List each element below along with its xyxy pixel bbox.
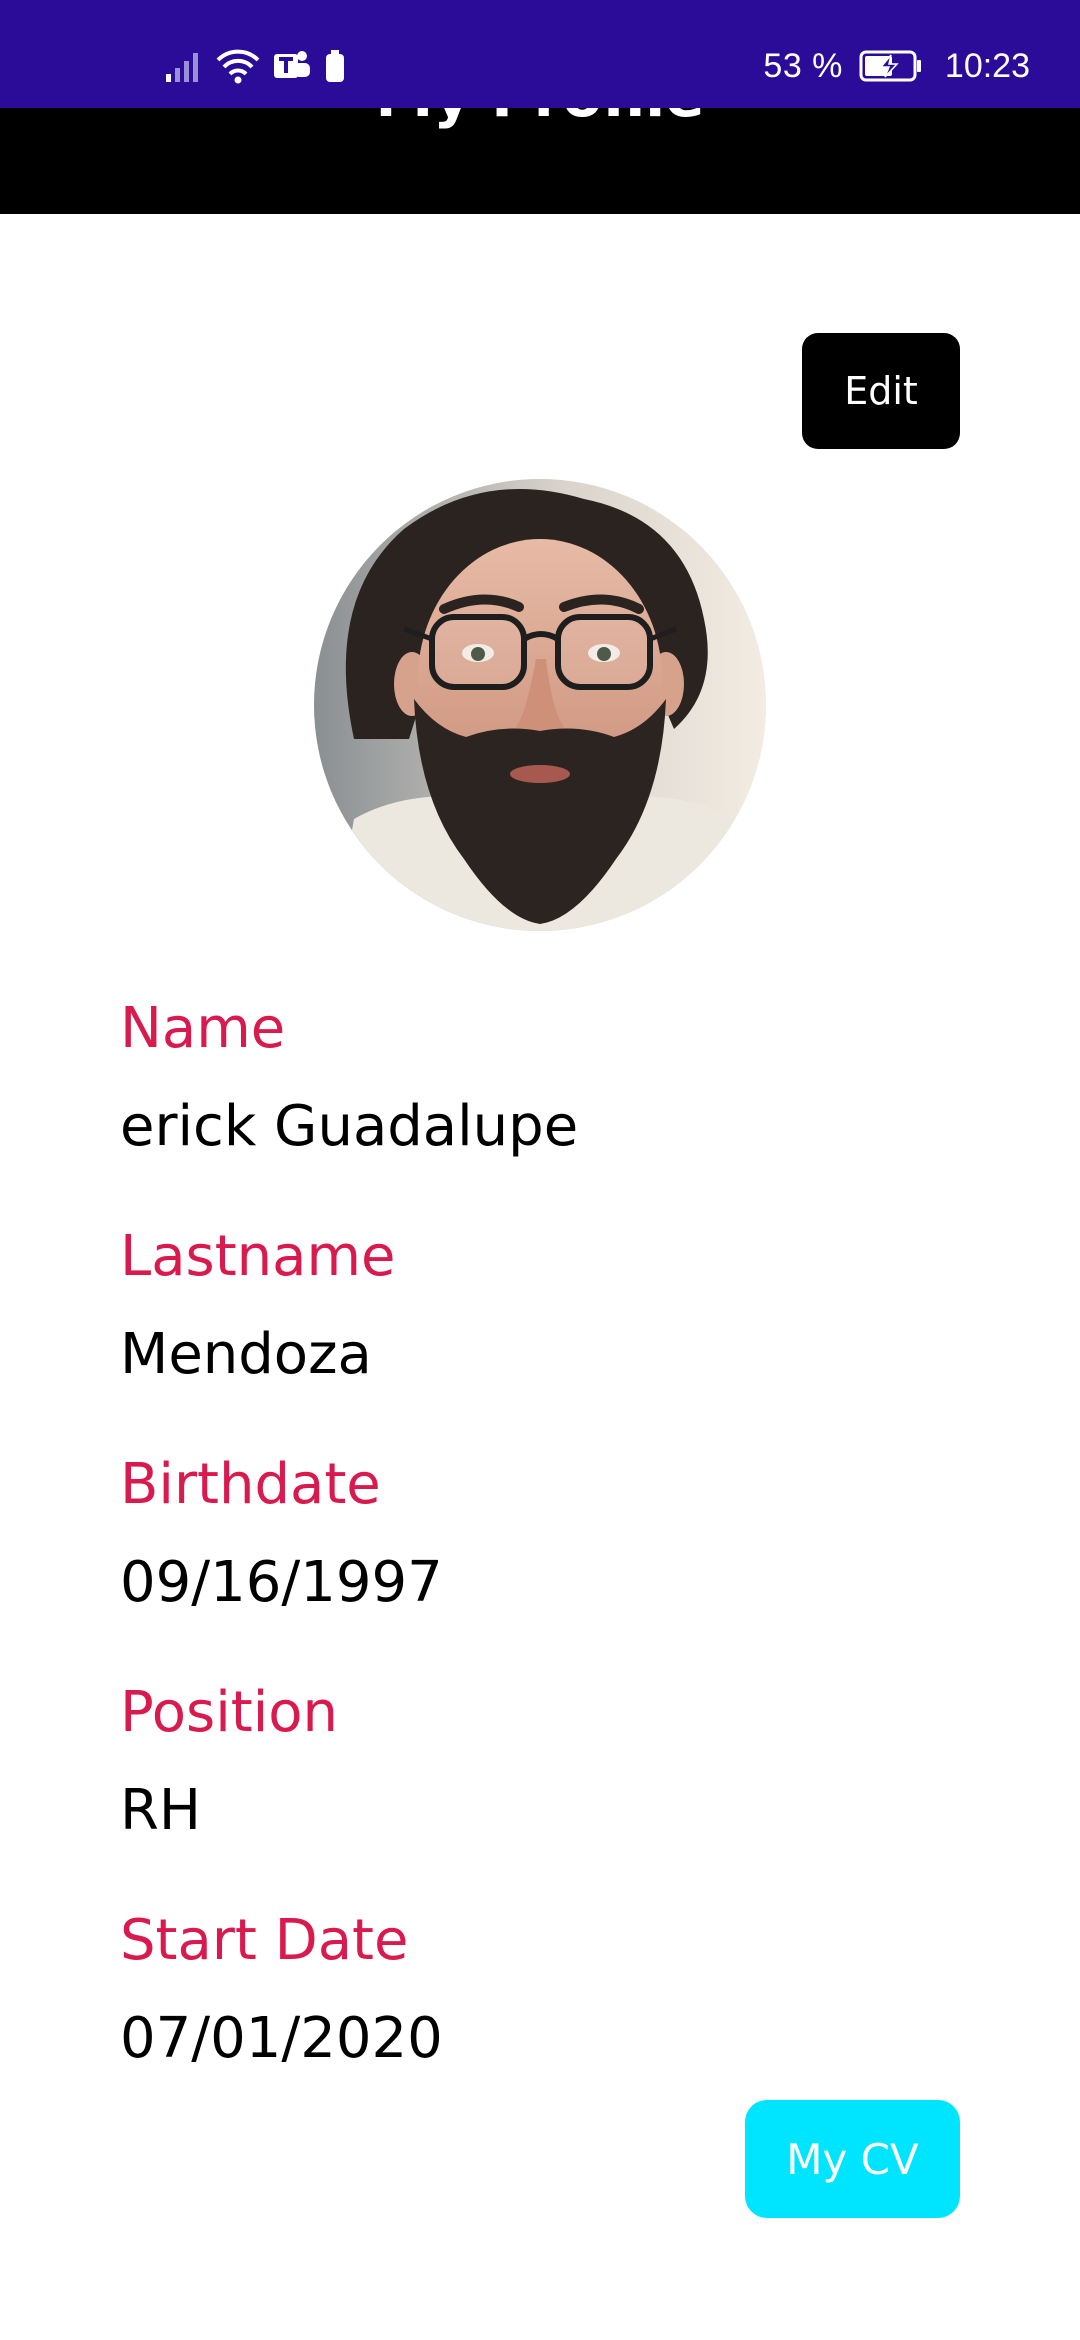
teams-icon — [272, 48, 312, 84]
signal-icon — [164, 48, 204, 84]
clock: 10:23 — [944, 46, 1030, 85]
birthdate-value: 09/16/1997 — [120, 1550, 443, 1615]
position-label: Position — [120, 1680, 339, 1745]
battery-percent: 53 % — [763, 46, 843, 85]
wifi-icon — [216, 48, 260, 84]
lastname-label: Lastname — [120, 1224, 396, 1289]
status-icons-right: 53 % 10:23 — [763, 44, 1030, 88]
app-bar-title: My Profile — [0, 108, 1080, 130]
battery-saver-icon — [324, 48, 346, 84]
start-date-label: Start Date — [120, 1908, 409, 1973]
name-value: erick Guadalupe — [120, 1094, 579, 1159]
my-cv-button[interactable]: My CV — [745, 2100, 960, 2218]
start-date-value: 07/01/2020 — [120, 2006, 443, 2071]
profile-photo — [314, 479, 766, 931]
birthdate-label: Birthdate — [120, 1452, 381, 1517]
status-bar: 53 % 10:23 — [0, 0, 1080, 108]
name-label: Name — [120, 996, 286, 1061]
lastname-value: Mendoza — [120, 1322, 372, 1387]
profile-screen: 53 % 10:23 My Profile Edit — [0, 0, 1080, 2340]
position-value: RH — [120, 1778, 202, 1843]
battery-charging-icon — [859, 49, 923, 83]
status-icons-left — [164, 46, 346, 86]
app-bar: My Profile — [0, 108, 1080, 214]
profile-avatar — [314, 479, 766, 931]
edit-button[interactable]: Edit — [802, 333, 960, 449]
